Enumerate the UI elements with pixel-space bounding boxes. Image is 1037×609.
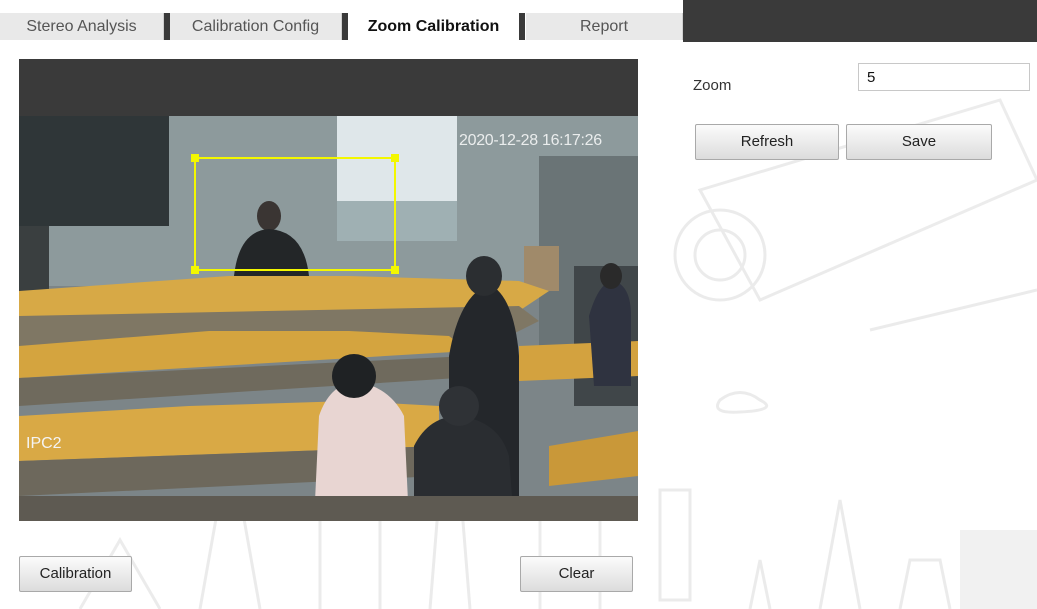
box-handle-bottom-left[interactable]	[191, 266, 199, 274]
calibration-button[interactable]: Calibration	[19, 556, 132, 592]
save-button[interactable]: Save	[846, 124, 992, 160]
clear-button[interactable]: Clear	[520, 556, 633, 592]
calibration-box[interactable]	[191, 154, 399, 274]
video-preview[interactable]: 2020-12-28 16:17:26 IPC2	[19, 59, 638, 521]
tab-zoom-calibration[interactable]: Zoom Calibration	[342, 13, 525, 40]
zoom-input[interactable]	[858, 63, 1030, 91]
box-handle-top-left[interactable]	[191, 154, 199, 162]
tab-calibration-config[interactable]: Calibration Config	[164, 13, 342, 40]
refresh-button-label: Refresh	[740, 133, 794, 150]
clear-button-label: Clear	[558, 565, 595, 582]
tab-stereo-analysis[interactable]: Stereo Analysis	[0, 13, 164, 40]
tab-label: Zoom Calibration	[367, 18, 500, 35]
tab-label: Calibration Config	[191, 18, 320, 35]
tab-label: Report	[579, 18, 629, 35]
channel-label: IPC2	[26, 435, 62, 452]
tab-bar-fill	[683, 0, 1037, 42]
video-timestamp: 2020-12-28 16:17:26	[459, 132, 602, 149]
refresh-button[interactable]: Refresh	[695, 124, 839, 160]
box-handle-bottom-right[interactable]	[391, 266, 399, 274]
tab-report[interactable]: Report	[526, 13, 683, 40]
zoom-label: Zoom	[693, 77, 732, 94]
tab-bar: Stereo Analysis Calibration Config Zoom …	[0, 0, 1037, 42]
box-handle-top-right[interactable]	[391, 154, 399, 162]
save-button-label: Save	[901, 133, 937, 150]
calibration-button-label: Calibration	[39, 565, 112, 582]
tab-label: Stereo Analysis	[26, 18, 137, 35]
